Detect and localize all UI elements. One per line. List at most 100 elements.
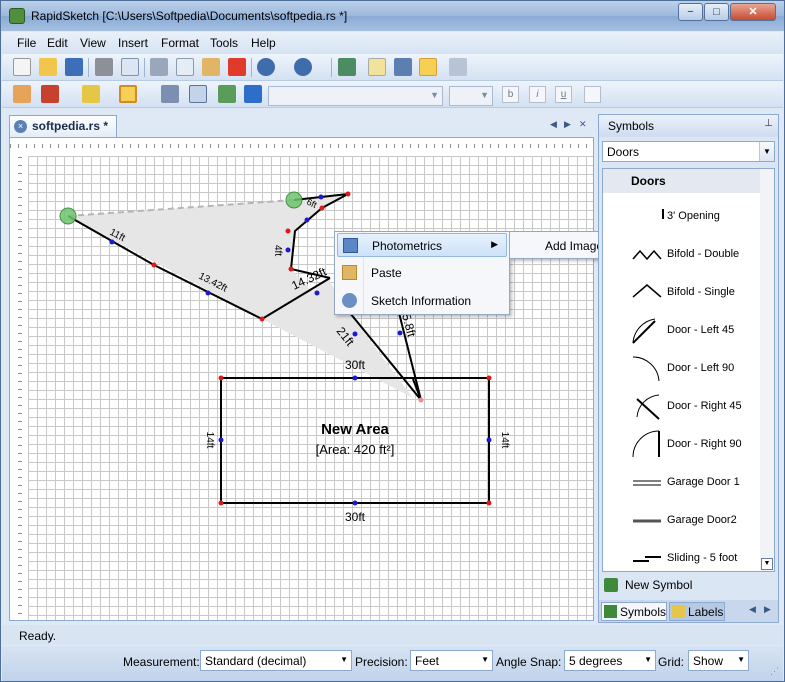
grid-select[interactable]: Show ▼ [688, 650, 749, 671]
status-text: Ready. [19, 629, 57, 643]
sketch-drawing[interactable]: 11ft 13.42ft 4ft 6ft 14.32ft 21ft 5.8ft … [10, 138, 594, 621]
calculator-icon[interactable] [338, 58, 356, 76]
tab-prev-icon[interactable]: ◀ [550, 119, 557, 130]
node-red [288, 266, 294, 272]
undo-icon[interactable] [257, 58, 275, 76]
menu-help[interactable]: Help [251, 36, 276, 50]
open-folder-icon[interactable] [39, 58, 57, 76]
dim-5-8ft: 5.8ft [399, 312, 419, 339]
menu-item-paste[interactable]: Paste [337, 261, 507, 285]
italic-button[interactable]: i [529, 86, 546, 103]
menu-edit[interactable]: Edit [47, 36, 68, 50]
symbol-door-right-90[interactable]: Door - Right 90 [631, 427, 761, 463]
insert-picture-icon[interactable] [218, 85, 236, 103]
magic-tool-icon[interactable] [419, 58, 437, 76]
symbol-3-opening[interactable]: 3' Opening [631, 199, 761, 235]
category-header: Doors [603, 169, 762, 193]
cut-icon[interactable] [150, 58, 168, 76]
node-blue [218, 437, 224, 443]
symbol-garage-door-1[interactable]: Garage Door 1 [631, 465, 761, 501]
minimize-button[interactable]: − [678, 3, 703, 21]
print-preview-icon[interactable] [121, 58, 139, 76]
paint-icon[interactable] [449, 58, 467, 76]
node-blue [352, 500, 358, 506]
node-red [218, 500, 224, 506]
tab-close-icon[interactable]: ✕ [579, 119, 587, 130]
tab-symbols[interactable]: Symbols [601, 602, 667, 621]
menu-format[interactable]: Format [161, 36, 199, 50]
new-file-icon[interactable] [13, 58, 31, 76]
underline-button[interactable]: u [555, 86, 572, 103]
text-tool-icon[interactable] [244, 85, 262, 103]
save-icon[interactable] [65, 58, 83, 76]
bold-button[interactable]: b [502, 86, 519, 103]
image-icon[interactable] [394, 58, 412, 76]
wall-icon[interactable] [41, 85, 59, 103]
document-tab[interactable]: × softpedia.rs * [9, 115, 117, 137]
precision-select[interactable]: Feet ▼ [410, 650, 493, 671]
menu-tools[interactable]: Tools [210, 36, 238, 50]
room-rectangle [220, 377, 490, 504]
font-size-select[interactable]: ▼ [449, 86, 493, 106]
tab-labels[interactable]: Labels [669, 602, 725, 621]
menu-bar: File Edit View Insert Format Tools Help [2, 32, 783, 54]
pencil-icon[interactable] [82, 85, 100, 103]
symbol-door-left-90[interactable]: Door - Left 90 [631, 351, 761, 387]
sketch-info-icon [342, 293, 357, 308]
menu-item-photometrics[interactable]: Photometrics ▶ [337, 233, 507, 257]
symbol-list-scrollbar[interactable]: ▼ [760, 169, 774, 571]
copy-icon[interactable] [176, 58, 194, 76]
scroll-down-icon[interactable]: ▼ [761, 558, 773, 570]
maximize-button[interactable]: □ [704, 3, 729, 21]
close-tab-icon[interactable]: × [14, 120, 27, 133]
sketch-canvas[interactable]: 11ft 13.42ft 4ft 6ft 14.32ft 21ft 5.8ft … [9, 137, 594, 621]
close-button[interactable]: ✕ [730, 3, 776, 21]
resize-grip-icon[interactable]: ⋰ [770, 666, 779, 677]
panel-tab-prev-icon[interactable]: ◀ [749, 604, 756, 615]
menu-file[interactable]: File [17, 36, 36, 50]
chevron-down-icon: ▼ [481, 655, 489, 664]
select-area-icon[interactable] [189, 85, 207, 103]
measurement-select[interactable]: Standard (decimal) ▼ [200, 650, 352, 671]
angle-snap-select[interactable]: 5 degrees ▼ [564, 650, 656, 671]
panel-tabs: Symbols Labels ◀ ▶ [599, 600, 778, 622]
symbol-bifold-double[interactable]: Bifold - Double [631, 237, 761, 273]
edit-label-icon[interactable] [368, 58, 386, 76]
drag-handle-top [285, 191, 303, 209]
rectangle-tool-icon[interactable] [119, 85, 137, 103]
tab-next-icon[interactable]: ▶ [564, 119, 571, 130]
menu-item-sketch-information[interactable]: Sketch Information [337, 289, 507, 313]
node-blue [314, 290, 320, 296]
menu-view[interactable]: View [80, 36, 106, 50]
title-bar[interactable]: RapidSketch [C:\Users\Softpedia\Document… [1, 1, 784, 31]
symbol-garage-door-2[interactable]: Garage Door2 [631, 503, 761, 539]
window-title: RapidSketch [C:\Users\Softpedia\Document… [31, 9, 348, 23]
paste-icon[interactable] [202, 58, 220, 76]
node-blue [304, 217, 310, 223]
menu-item-add-image[interactable]: Add Image [545, 239, 603, 253]
symbol-door-left-45[interactable]: Door - Left 45 [631, 313, 761, 349]
panel-tab-next-icon[interactable]: ▶ [764, 604, 771, 615]
menu-insert[interactable]: Insert [118, 36, 148, 50]
symbol-sliding-5-foot[interactable]: Sliding - 5 foot [631, 541, 761, 571]
node-red [151, 262, 157, 268]
symbol-category-select[interactable]: Doors ▼ [602, 141, 775, 162]
print-icon[interactable] [95, 58, 113, 76]
symbols-tab-icon [604, 605, 617, 618]
settings-bar: Measurement: Standard (decimal) ▼ Precisi… [2, 646, 783, 681]
labels-tab-icon [672, 605, 685, 618]
pin-icon[interactable]: ⊥ [764, 118, 773, 129]
node-blue [352, 375, 358, 381]
redo-icon[interactable] [294, 58, 312, 76]
pointer-hand-icon[interactable] [13, 85, 31, 103]
dim-left-14ft: 14ft [204, 432, 215, 449]
symbol-door-right-45[interactable]: Door - Right 45 [631, 389, 761, 425]
precision-label: Precision: [355, 655, 408, 669]
align-button[interactable] [584, 86, 601, 103]
font-select[interactable]: ▼ [268, 86, 443, 106]
dim-top-30ft: 30ft [345, 358, 366, 372]
symbol-bifold-single[interactable]: Bifold - Single [631, 275, 761, 311]
measure-icon[interactable] [161, 85, 179, 103]
node-red [285, 228, 291, 234]
delete-icon[interactable] [228, 58, 246, 76]
